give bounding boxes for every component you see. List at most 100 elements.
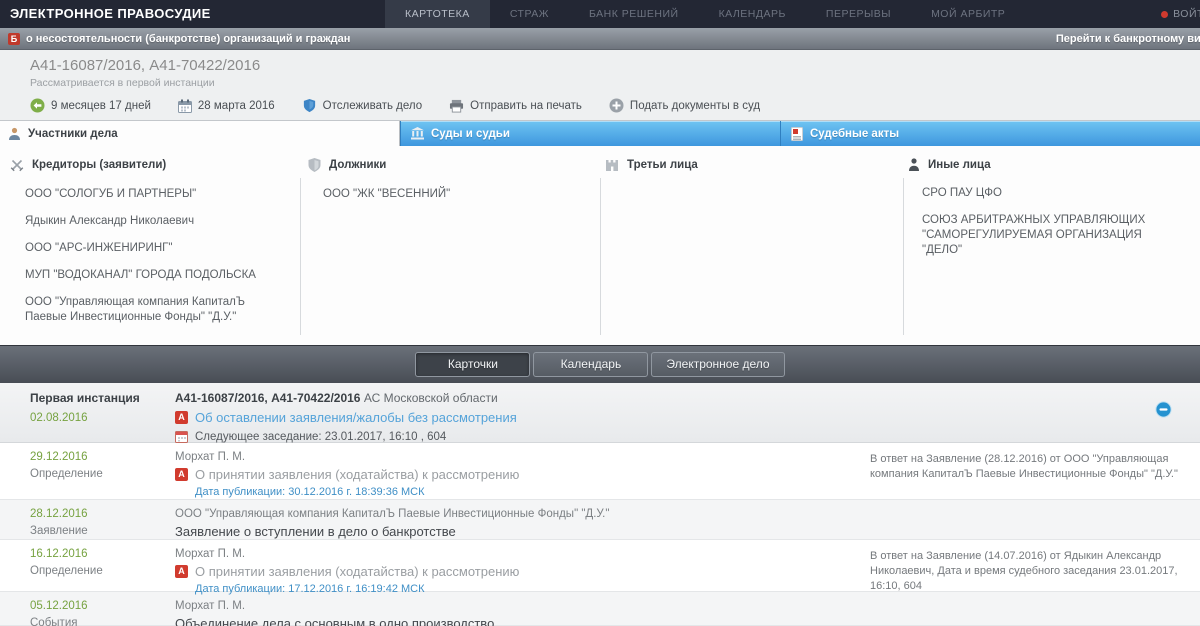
view-tab-ecase[interactable]: Электронное дело bbox=[651, 352, 784, 377]
shield-icon bbox=[308, 158, 321, 172]
participants-panel: Кредиторы (заявители) ООО "СОЛОГУБ И ПАР… bbox=[0, 146, 1200, 345]
nav-kartoteka[interactable]: КАРТОТЕКА bbox=[385, 0, 490, 28]
participant-item[interactable]: Ядыкин Александр Николаевич bbox=[25, 214, 275, 229]
row-note: В ответ на Заявление (28.12.2016) от ООО… bbox=[870, 443, 1200, 499]
tab-participants-label: Участники дела bbox=[28, 128, 118, 140]
nav-pereryvy[interactable]: ПЕРЕРЫВЫ bbox=[806, 0, 911, 28]
row-author: Морхат П. М. bbox=[175, 548, 870, 560]
participant-item[interactable]: ООО "СОЛОГУБ И ПАРТНЕРЫ" bbox=[25, 187, 275, 202]
next-session: Следующее заседание: 23.01.2017, 16:10 ,… bbox=[195, 431, 446, 443]
track-case-button[interactable]: Отслеживать дело bbox=[302, 98, 422, 113]
tab-acts-label: Судебные акты bbox=[810, 128, 899, 140]
court-name: АС Московской области bbox=[364, 391, 498, 405]
nav-kalendar[interactable]: КАЛЕНДАРЬ bbox=[699, 0, 806, 28]
view-switch-bar: Карточки Календарь Электронное дело bbox=[0, 345, 1200, 383]
participant-item[interactable]: МУП "ВОДОКАНАЛ" ГОРОДА ПОДОЛЬСКА bbox=[25, 268, 275, 283]
instance-date: 02.08.2016 bbox=[30, 412, 175, 424]
print-label: Отправить на печать bbox=[470, 100, 582, 112]
pdf-icon[interactable]: A bbox=[175, 468, 188, 481]
nav-bank-resheniy[interactable]: БАНК РЕШЕНИЙ bbox=[569, 0, 699, 28]
login-label: ВОЙТИ bbox=[1173, 8, 1200, 20]
column-separator bbox=[600, 178, 601, 335]
person-icon bbox=[908, 158, 920, 171]
other-persons-header-label: Иные лица bbox=[928, 159, 991, 171]
participant-item[interactable]: СОЮЗ АРБИТРАЖНЫХ УПРАВЛЯЮЩИХ "САМОРЕГУЛИ… bbox=[922, 213, 1178, 258]
castle-icon bbox=[605, 158, 619, 171]
case-line: А41-16087/2016, А41-70422/2016 АС Москов… bbox=[175, 391, 1200, 405]
row-author: Морхат П. М. bbox=[175, 600, 870, 612]
column-separator bbox=[300, 178, 301, 335]
case-start-date: 28 марта 2016 bbox=[178, 99, 275, 113]
third-parties-column: Третьи лица bbox=[605, 158, 885, 171]
case-header: А41-16087/2016, А41-70422/2016 Рассматри… bbox=[0, 50, 1200, 120]
nav-strazh[interactable]: СТРАЖ bbox=[490, 0, 569, 28]
timeline-row: 05.12.2016 События Морхат П. М. Объедине… bbox=[0, 592, 1200, 626]
submit-docs-icon bbox=[609, 98, 624, 113]
bankruptcy-icon: Б bbox=[8, 33, 20, 45]
publication-link[interactable]: Дата публикации: 30.12.2016 г. 18:39:36 … bbox=[195, 486, 870, 498]
pdf-icon[interactable]: A bbox=[175, 565, 188, 578]
timeline-row: 29.12.2016 Определение Морхат П. М. A О … bbox=[0, 443, 1200, 500]
tab-courts-label: Суды и судьи bbox=[431, 128, 510, 140]
login-button[interactable]: ВОЙТИ bbox=[1161, 0, 1200, 28]
duration-label: 9 месяцев 17 дней bbox=[51, 100, 151, 112]
row-type: События bbox=[30, 617, 175, 626]
court-building-icon bbox=[411, 127, 424, 140]
view-tab-calendar[interactable]: Календарь bbox=[533, 352, 648, 377]
row-date: 05.12.2016 bbox=[30, 600, 175, 612]
login-status-icon bbox=[1161, 11, 1168, 18]
doc-title[interactable]: О принятии заявления (ходатайства) к рас… bbox=[195, 467, 519, 482]
creditors-header: Кредиторы (заявители) bbox=[10, 158, 290, 172]
tab-courts[interactable]: Суды и судьи bbox=[400, 121, 780, 146]
tab-participants[interactable]: Участники дела bbox=[0, 121, 400, 146]
case-timeline: Первая инстанция 02.08.2016 А41-16087/20… bbox=[0, 383, 1200, 626]
print-icon bbox=[449, 99, 464, 113]
creditors-header-label: Кредиторы (заявители) bbox=[32, 159, 166, 171]
third-parties-header: Третьи лица bbox=[605, 158, 885, 171]
debtors-header: Должники bbox=[308, 158, 588, 172]
track-case-icon bbox=[302, 98, 317, 113]
crossed-swords-icon bbox=[10, 158, 24, 172]
third-parties-header-label: Третьи лица bbox=[627, 159, 698, 171]
case-toolbar: 9 месяцев 17 дней 28 марта 2016 Отслежив… bbox=[30, 98, 1200, 113]
participants-icon bbox=[8, 127, 21, 140]
creditors-column: Кредиторы (заявители) ООО "СОЛОГУБ И ПАР… bbox=[10, 158, 290, 337]
timeline-row: 16.12.2016 Определение Морхат П. М. A О … bbox=[0, 540, 1200, 592]
case-tabs: Участники дела Суды и судьи Судебные акт… bbox=[0, 120, 1200, 146]
doc-title: Объединение дела с основным в одно произ… bbox=[175, 616, 870, 626]
tab-acts[interactable]: Судебные акты bbox=[780, 121, 1200, 146]
participant-item[interactable]: ООО "Управляющая компания КапиталЪ Паевы… bbox=[25, 295, 275, 325]
row-type: Заявление bbox=[30, 525, 175, 537]
row-type: Определение bbox=[30, 468, 175, 480]
row-type: Определение bbox=[30, 565, 175, 577]
top-nav: ЭЛЕКТРОННОЕ ПРАВОСУДИЕ КАРТОТЕКА СТРАЖ Б… bbox=[0, 0, 1200, 28]
print-button[interactable]: Отправить на печать bbox=[449, 99, 582, 113]
submit-docs-label: Подать документы в суд bbox=[630, 100, 760, 112]
nav-moy-arbitr[interactable]: МОЙ АРБИТР bbox=[911, 0, 1025, 28]
start-date-label: 28 марта 2016 bbox=[198, 100, 275, 112]
session-calendar-icon bbox=[175, 430, 188, 443]
row-author: ООО "Управляющая компания КапиталЪ Паевы… bbox=[175, 508, 870, 520]
collapse-button[interactable] bbox=[1155, 401, 1172, 423]
row-note bbox=[870, 500, 1200, 539]
participant-item[interactable]: ООО "ЖК "ВЕСЕННИЙ" bbox=[323, 187, 573, 202]
submit-docs-button[interactable]: Подать документы в суд bbox=[609, 98, 760, 113]
row-date: 16.12.2016 bbox=[30, 548, 175, 560]
case-status: Рассматривается в первой инстанции bbox=[30, 77, 1200, 89]
column-separator bbox=[903, 178, 904, 335]
participant-item[interactable]: СРО ПАУ ЦФО bbox=[922, 186, 1178, 201]
case-type-bar: Б о несостоятельности (банкротстве) орга… bbox=[0, 28, 1200, 50]
participant-item[interactable]: ООО "АРС-ИНЖЕНИРИНГ" bbox=[25, 241, 275, 256]
pdf-icon[interactable]: A bbox=[175, 411, 188, 424]
calendar-icon bbox=[178, 99, 192, 113]
row-note bbox=[870, 592, 1200, 625]
debtors-column: Должники ООО "ЖК "ВЕСЕННИЙ" bbox=[308, 158, 588, 214]
act-link[interactable]: Об оставлении заявления/жалобы без рассм… bbox=[195, 410, 517, 425]
other-persons-column: Иные лица СРО ПАУ ЦФО СОЮЗ АРБИТРАЖНЫХ У… bbox=[908, 158, 1193, 270]
doc-title[interactable]: О принятии заявления (ходатайства) к рас… bbox=[195, 564, 519, 579]
app-brand: ЭЛЕКТРОННОЕ ПРАВОСУДИЕ bbox=[0, 0, 211, 28]
view-tab-cards[interactable]: Карточки bbox=[415, 352, 530, 377]
row-author: Морхат П. М. bbox=[175, 451, 870, 463]
duration-icon bbox=[30, 98, 45, 113]
bankruptcy-view-link[interactable]: Перейти к банкротному виду bbox=[1056, 33, 1200, 45]
